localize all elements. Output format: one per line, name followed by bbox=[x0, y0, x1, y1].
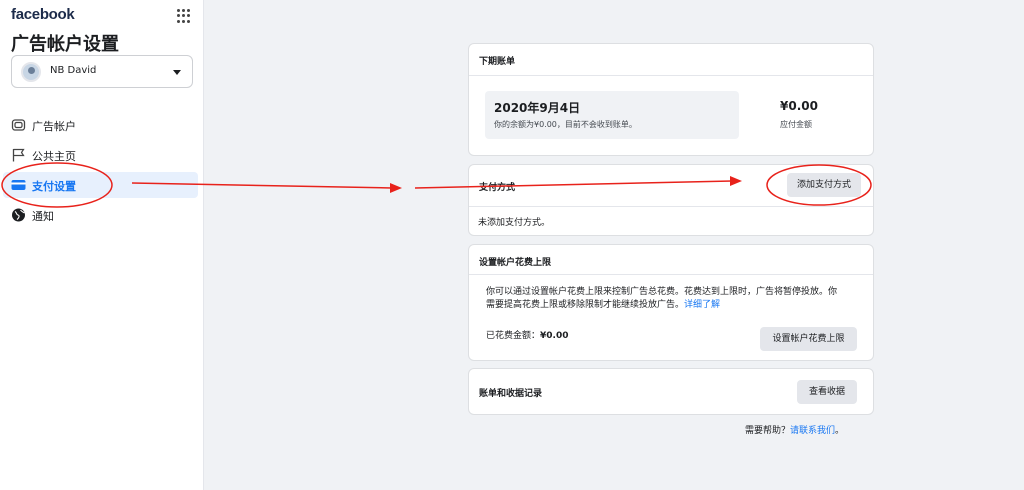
payment-method-card: 支付方式 添加支付方式 未添加支付方式。 bbox=[468, 164, 874, 236]
contact-us-link[interactable]: 请联系我们 bbox=[790, 426, 835, 436]
amount-spent: 已花费金额：¥0.00 bbox=[486, 331, 569, 341]
card-title: 设置帐户花费上限 bbox=[479, 258, 552, 268]
sidebar-item-payment-settings[interactable]: 支付设置 bbox=[3, 172, 198, 198]
amount-due: ¥0.00 bbox=[780, 99, 818, 113]
divider bbox=[469, 75, 873, 76]
card-title: 下期账单 bbox=[479, 57, 516, 67]
card-title: 支付方式 bbox=[479, 183, 516, 193]
sidebar-item-ad-account[interactable]: 广告帐户 bbox=[3, 112, 198, 138]
avatar bbox=[21, 62, 41, 82]
set-spend-limit-button[interactable]: 设置帐户花费上限 bbox=[760, 327, 857, 351]
sidebar-item-label: 通知 bbox=[32, 210, 54, 223]
divider bbox=[469, 206, 873, 207]
no-payment-method-text: 未添加支付方式。 bbox=[478, 218, 551, 228]
amount-due-label: 应付金额 bbox=[780, 120, 812, 129]
spend-limit-card: 设置帐户花费上限 你可以通过设置帐户花费上限来控制广告总花费。花费达到上限时，广… bbox=[468, 244, 874, 361]
spend-limit-description: 你可以通过设置帐户花费上限来控制广告总花费。花费达到上限时，广告将暂停投放。你需… bbox=[486, 287, 838, 310]
divider bbox=[469, 274, 873, 275]
credit-card-icon bbox=[11, 180, 26, 190]
ad-account-icon bbox=[11, 119, 26, 131]
card-title: 账单和收据记录 bbox=[479, 389, 543, 399]
next-bill-card: 下期账单 2020年9月4日 你的余额为¥0.00，目前不会收到账单。 ¥0.0… bbox=[468, 43, 874, 156]
add-payment-method-button[interactable]: 添加支付方式 bbox=[787, 173, 861, 197]
sidebar-item-label: 支付设置 bbox=[32, 180, 76, 193]
facebook-logo[interactable]: facebook bbox=[11, 6, 75, 23]
apps-grid-icon[interactable] bbox=[177, 9, 191, 23]
sidebar-item-pages[interactable]: 公共主页 bbox=[3, 142, 198, 168]
flag-icon bbox=[12, 148, 25, 162]
sidebar-item-notifications[interactable]: 通知 bbox=[3, 202, 198, 228]
bill-note: 你的余额为¥0.00，目前不会收到账单。 bbox=[494, 120, 637, 129]
sidebar: facebook 广告帐户设置 NB David 广告帐户 公共主页 支付设置 bbox=[0, 0, 204, 490]
help-text: 需要帮助？请联系我们。 bbox=[745, 426, 845, 436]
caret-down-icon bbox=[173, 70, 181, 75]
sidebar-item-label: 广告帐户 bbox=[32, 120, 76, 133]
bill-date: 2020年9月4日 bbox=[494, 101, 581, 115]
arrow-head-1 bbox=[390, 183, 402, 193]
globe-icon bbox=[12, 208, 25, 222]
sidebar-item-label: 公共主页 bbox=[32, 150, 76, 163]
view-receipts-button[interactable]: 查看收据 bbox=[797, 380, 857, 404]
bill-summary: 2020年9月4日 你的余额为¥0.00，目前不会收到账单。 bbox=[485, 91, 739, 139]
account-selector[interactable]: NB David bbox=[11, 55, 193, 88]
learn-more-link[interactable]: 详细了解 bbox=[684, 300, 720, 310]
billing-history-card: 账单和收据记录 查看收据 bbox=[468, 368, 874, 415]
page-title: 广告帐户设置 bbox=[11, 34, 119, 55]
account-name: NB David bbox=[50, 65, 97, 76]
